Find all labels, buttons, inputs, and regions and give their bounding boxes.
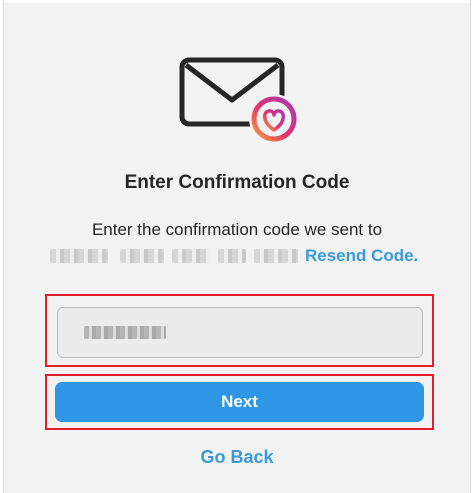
- window-top-edge: [0, 0, 474, 3]
- redacted-contact: [218, 249, 246, 263]
- envelope-icon: [179, 57, 299, 144]
- resend-code-link[interactable]: Resend Code.: [305, 246, 418, 266]
- instruction-text: Enter the confirmation code we sent to: [91, 220, 383, 239]
- redacted-contact: [50, 249, 108, 263]
- confirmation-page: Enter Confirmation Code Enter the confir…: [0, 0, 474, 493]
- go-back-link[interactable]: Go Back: [0, 447, 474, 468]
- heart-badge-icon: [249, 94, 299, 144]
- next-button[interactable]: Next: [55, 382, 424, 422]
- window-right-edge: [470, 0, 474, 493]
- confirmation-code-input[interactable]: [57, 307, 423, 358]
- page-title: Enter Confirmation Code: [124, 172, 350, 193]
- redacted-contact: [254, 249, 298, 263]
- window-left-edge: [0, 0, 4, 493]
- contact-row: Resend Code.: [50, 246, 430, 266]
- redacted-contact: [172, 249, 210, 263]
- redacted-contact: [120, 249, 164, 263]
